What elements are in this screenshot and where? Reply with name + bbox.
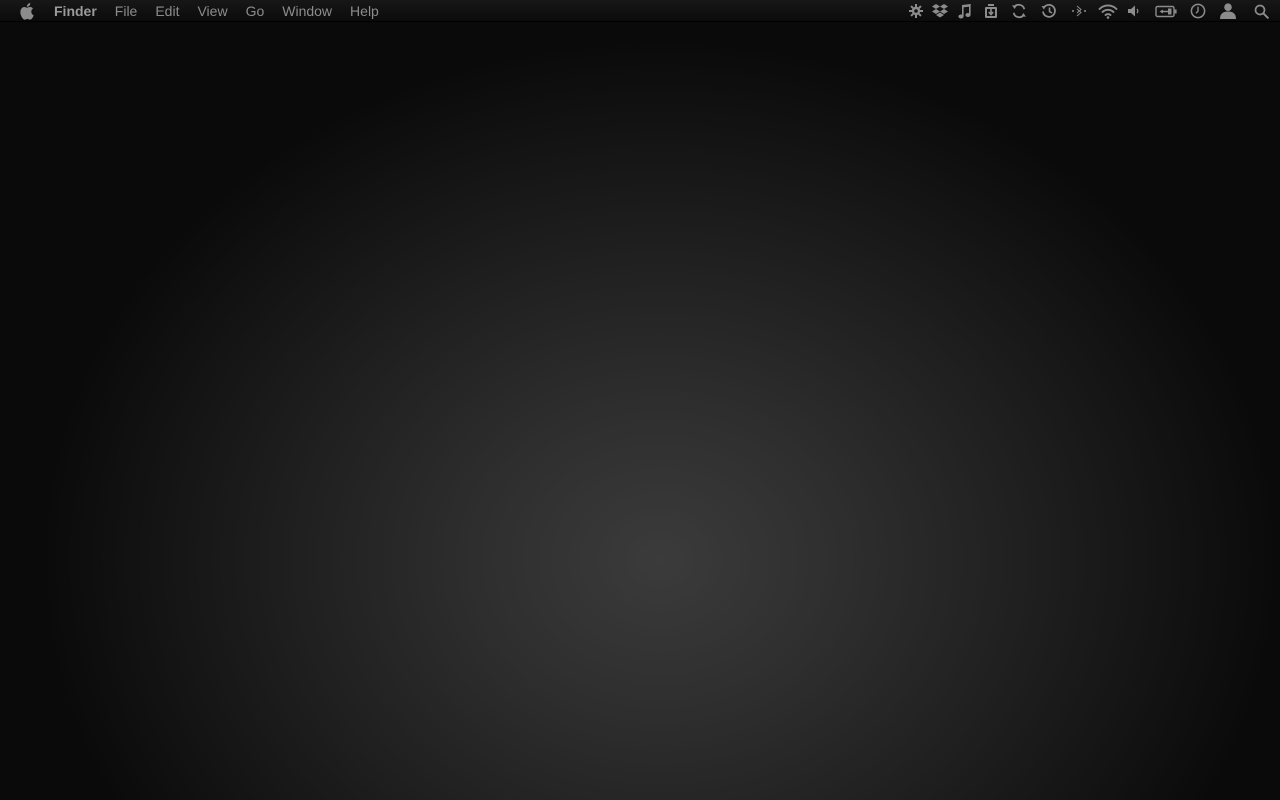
menu-edit[interactable]: Edit: [146, 0, 188, 22]
time-machine-icon[interactable]: [1034, 0, 1064, 22]
desktop[interactable]: Finder File Edit View Go Window Help: [0, 0, 1280, 800]
apple-logo-icon[interactable]: [18, 0, 36, 22]
menu-bar-status-area: [904, 0, 1280, 22]
dropbox-icon[interactable]: [928, 0, 952, 22]
sync-icon[interactable]: [1004, 0, 1034, 22]
music-note-icon[interactable]: [952, 0, 978, 22]
volume-icon[interactable]: [1122, 0, 1146, 22]
spotlight-search-icon[interactable]: [1246, 0, 1276, 22]
clock-icon[interactable]: [1186, 0, 1210, 22]
menu-help[interactable]: Help: [341, 0, 388, 22]
gear-icon[interactable]: [904, 0, 928, 22]
menu-window[interactable]: Window: [273, 0, 341, 22]
menu-file[interactable]: File: [106, 0, 147, 22]
user-icon[interactable]: [1210, 0, 1246, 22]
menu-view[interactable]: View: [188, 0, 236, 22]
download-box-icon[interactable]: [978, 0, 1004, 22]
wifi-icon[interactable]: [1094, 0, 1122, 22]
menu-bar: Finder File Edit View Go Window Help: [0, 0, 1280, 22]
menu-go[interactable]: Go: [237, 0, 274, 22]
menu-bar-left: Finder File Edit View Go Window Help: [0, 0, 388, 22]
menu-finder[interactable]: Finder: [54, 0, 106, 22]
bluetooth-icon[interactable]: [1064, 0, 1094, 22]
battery-icon[interactable]: [1146, 0, 1186, 22]
